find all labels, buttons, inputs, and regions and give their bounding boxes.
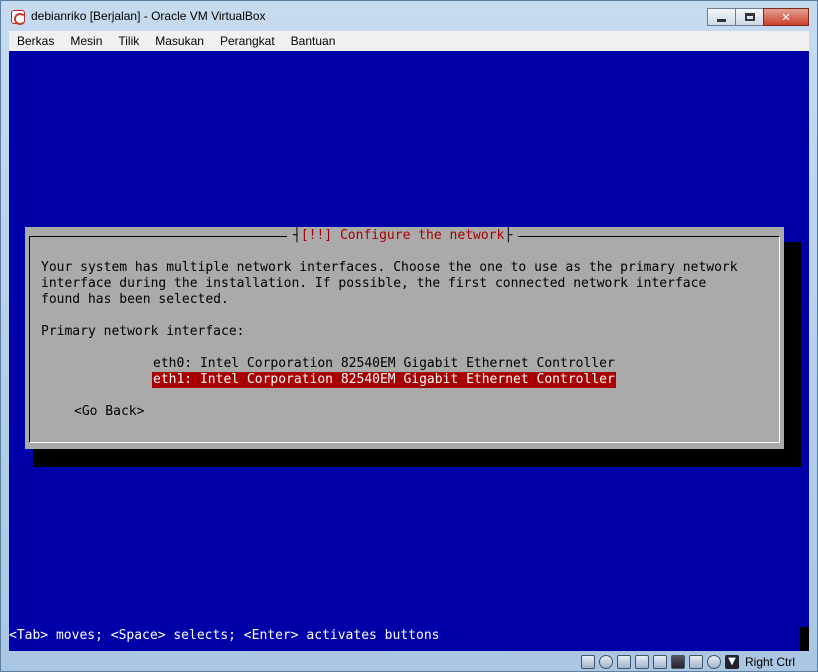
display-icon[interactable]: [652, 654, 667, 669]
help-bar-shadow: [800, 627, 809, 651]
status-bar: ▼ Right Ctrl: [9, 651, 809, 672]
hard-disk-icon[interactable]: [580, 654, 595, 669]
mouse-integration-icon[interactable]: [706, 654, 721, 669]
host-key-label: Right Ctrl: [744, 654, 795, 669]
vm-display[interactable]: ┤[!!] Configure the network├ Your system…: [9, 51, 809, 651]
menu-mesin[interactable]: Mesin: [62, 34, 110, 48]
menu-berkas[interactable]: Berkas: [9, 34, 62, 48]
video-capture-icon[interactable]: [688, 654, 703, 669]
maximize-button[interactable]: [735, 8, 764, 26]
message-line-3: found has been selected.: [41, 292, 229, 307]
option-eth0[interactable]: eth0: Intel Corporation 82540EM Gigabit …: [152, 356, 616, 372]
menu-bantuan[interactable]: Bantuan: [283, 34, 344, 48]
host-key-arrow-icon: ▼: [724, 654, 739, 669]
close-icon: ✕: [781, 10, 791, 24]
dialog-title: ┤[!!] Configure the network├: [287, 227, 519, 245]
title-bracket-right: ├: [504, 228, 513, 243]
close-button[interactable]: ✕: [763, 8, 809, 26]
interface-prompt: Primary network interface:: [41, 324, 245, 339]
title-bar[interactable]: debianriko [Berjalan] - Oracle VM Virtua…: [1, 1, 817, 31]
configure-network-dialog: ┤[!!] Configure the network├ Your system…: [25, 227, 784, 449]
message-line-2: interface during the installation. If po…: [41, 276, 707, 291]
minimize-icon: [717, 18, 726, 22]
menu-perangkat[interactable]: Perangkat: [212, 34, 283, 48]
go-back-button[interactable]: <Go Back>: [74, 404, 144, 420]
optical-drive-icon[interactable]: [598, 654, 613, 669]
shared-folder-icon[interactable]: [634, 654, 649, 669]
menu-bar: Berkas Mesin Tilik Masukan Perangkat Ban…: [9, 31, 809, 51]
virtualbox-window: debianriko [Berjalan] - Oracle VM Virtua…: [0, 0, 818, 672]
minimize-button[interactable]: [707, 8, 736, 26]
window-controls: ✕: [707, 8, 809, 26]
usb-icon[interactable]: [616, 654, 631, 669]
maximize-icon: [744, 13, 755, 21]
help-bar: <Tab> moves; <Space> selects; <Enter> ac…: [9, 628, 440, 643]
title-bracket-left: ┤: [293, 228, 301, 243]
window-title: debianriko [Berjalan] - Oracle VM Virtua…: [31, 9, 266, 23]
menu-masukan[interactable]: Masukan: [147, 34, 212, 48]
dialog-title-text: [!!] Configure the network: [300, 228, 505, 243]
message-line-1: Your system has multiple network interfa…: [41, 260, 738, 275]
virtualbox-app-icon[interactable]: [11, 10, 26, 25]
network-icon[interactable]: [670, 654, 685, 669]
option-eth1[interactable]: eth1: Intel Corporation 82540EM Gigabit …: [152, 372, 616, 388]
menu-tilik[interactable]: Tilik: [110, 34, 147, 48]
